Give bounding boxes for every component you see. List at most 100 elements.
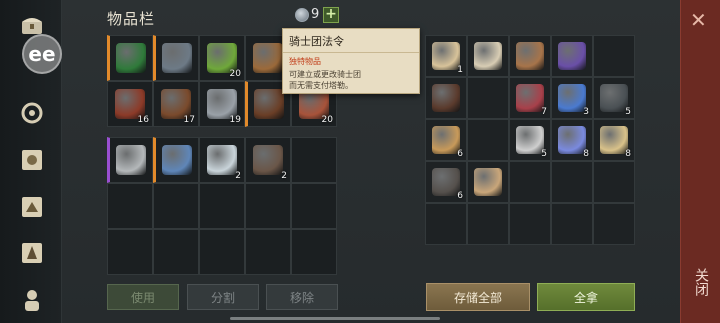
- green-medallion-icon: [116, 43, 146, 73]
- sun-map-icon[interactable]: [19, 147, 45, 173]
- inventory-slot[interactable]: [425, 77, 467, 119]
- inventory-slot[interactable]: [199, 229, 245, 275]
- item-quantity: 6: [457, 149, 463, 159]
- item-quantity: 17: [183, 115, 195, 125]
- wood-planks-icon: [600, 126, 628, 154]
- home-indicator: [230, 317, 440, 320]
- inventory-slot[interactable]: 3: [551, 77, 593, 119]
- item-quantity: 2: [281, 171, 287, 181]
- inventory-slot[interactable]: [509, 161, 551, 203]
- leather-boots-icon: [254, 89, 284, 119]
- page-title: 物品栏: [107, 10, 156, 28]
- inventory-slot[interactable]: [245, 183, 291, 229]
- iron-ingot-icon: [432, 168, 460, 196]
- building-icon[interactable]: [19, 194, 45, 220]
- inventory-slot[interactable]: [467, 35, 509, 77]
- close-label[interactable]: 关闭: [691, 268, 711, 296]
- inventory-slot[interactable]: 17: [153, 81, 199, 127]
- inventory-slot[interactable]: [551, 35, 593, 77]
- use-button[interactable]: 使用: [107, 284, 179, 310]
- tooltip-desc-line1: 可建立或更改骑士团: [289, 70, 361, 79]
- item-quantity: 20: [229, 69, 241, 79]
- item-quantity: 1: [457, 65, 463, 75]
- inventory-slot[interactable]: 20: [199, 35, 245, 81]
- inventory-slot[interactable]: [593, 35, 635, 77]
- inventory-slot[interactable]: [107, 229, 153, 275]
- inventory-slot[interactable]: [291, 229, 337, 275]
- item-quantity: 5: [625, 107, 631, 117]
- inventory-slot[interactable]: [291, 183, 337, 229]
- item-quantity: 19: [229, 115, 241, 125]
- glass-vial-icon: [207, 145, 237, 175]
- inventory-slot[interactable]: 5: [593, 77, 635, 119]
- bronze-key-icon: [253, 43, 283, 73]
- close-strip[interactable]: ✕ 关闭: [680, 0, 720, 323]
- wizard-hat-icon[interactable]: [19, 240, 45, 266]
- inventory-slot[interactable]: [107, 35, 153, 81]
- inventory-slot[interactable]: [291, 137, 337, 183]
- split-button[interactable]: 分割: [187, 284, 259, 310]
- store-all-button[interactable]: 存储全部: [426, 283, 530, 311]
- inventory-slot[interactable]: [107, 183, 153, 229]
- take-all-button[interactable]: 全拿: [537, 283, 635, 311]
- item-tooltip: 骑士团法令 独特物品 可建立或更改骑士团 而无需支付塔勒。: [282, 28, 420, 94]
- berries-icon: [516, 84, 544, 112]
- overlay-badge[interactable]: ee: [22, 34, 62, 74]
- inventory-slot[interactable]: [425, 203, 467, 245]
- bundle-icon: [474, 168, 502, 196]
- coin-count: 9: [311, 7, 320, 22]
- bone-icon: [474, 42, 502, 70]
- inventory-slot[interactable]: 2: [199, 137, 245, 183]
- crystal-icon: [558, 126, 586, 154]
- inventory-slot[interactable]: 19: [199, 81, 245, 127]
- sickle-icon: [116, 145, 146, 175]
- add-coin-button[interactable]: +: [323, 7, 339, 23]
- silver-coin-icon: [295, 8, 309, 22]
- item-quantity: 20: [321, 115, 333, 125]
- item-quantity: 8: [625, 149, 631, 159]
- inventory-slot[interactable]: 1: [425, 35, 467, 77]
- scroll-sigil-icon: [432, 42, 460, 70]
- inventory-slot[interactable]: [153, 137, 199, 183]
- inventory-slot[interactable]: [199, 183, 245, 229]
- salt-pile-icon: [516, 126, 544, 154]
- inventory-slot[interactable]: [509, 203, 551, 245]
- inventory-slot[interactable]: [153, 229, 199, 275]
- item-quantity: 16: [137, 115, 149, 125]
- inventory-slot[interactable]: [467, 77, 509, 119]
- inventory-slot[interactable]: [467, 203, 509, 245]
- inventory-slot[interactable]: [467, 119, 509, 161]
- inventory-slot[interactable]: [593, 203, 635, 245]
- inventory-grid-bottom: 22: [107, 137, 337, 275]
- inventory-slot[interactable]: 5: [509, 119, 551, 161]
- inventory-slot[interactable]: 16: [107, 81, 153, 127]
- item-quantity: 8: [583, 149, 589, 159]
- inventory-slot[interactable]: [245, 229, 291, 275]
- inventory-slot[interactable]: [551, 161, 593, 203]
- tooltip-description: 可建立或更改骑士团 而无需支付塔勒。: [283, 67, 419, 91]
- inventory-slot[interactable]: [107, 137, 153, 183]
- leather-pad-icon: [253, 145, 283, 175]
- item-quantity: 2: [235, 171, 241, 181]
- inventory-slot[interactable]: 7: [509, 77, 551, 119]
- inventory-slot[interactable]: [467, 161, 509, 203]
- inventory-slot[interactable]: 6: [425, 161, 467, 203]
- remove-button[interactable]: 移除: [266, 284, 338, 310]
- guild-emblem-icon[interactable]: [19, 100, 45, 126]
- inventory-slot[interactable]: 8: [593, 119, 635, 161]
- item-quantity: 5: [541, 149, 547, 159]
- purple-book-icon: [558, 42, 586, 70]
- inventory-slot[interactable]: [153, 183, 199, 229]
- inventory-slot[interactable]: 6: [425, 119, 467, 161]
- iron-bars-icon: [600, 84, 628, 112]
- close-icon[interactable]: ✕: [690, 10, 707, 30]
- leather-tunic-icon: [432, 84, 460, 112]
- inventory-slot[interactable]: [593, 161, 635, 203]
- rope-icon: [516, 42, 544, 70]
- inventory-slot[interactable]: 2: [245, 137, 291, 183]
- character-icon[interactable]: [19, 287, 45, 313]
- inventory-slot[interactable]: [551, 203, 593, 245]
- inventory-slot[interactable]: [509, 35, 551, 77]
- inventory-slot[interactable]: 8: [551, 119, 593, 161]
- inventory-slot[interactable]: [153, 35, 199, 81]
